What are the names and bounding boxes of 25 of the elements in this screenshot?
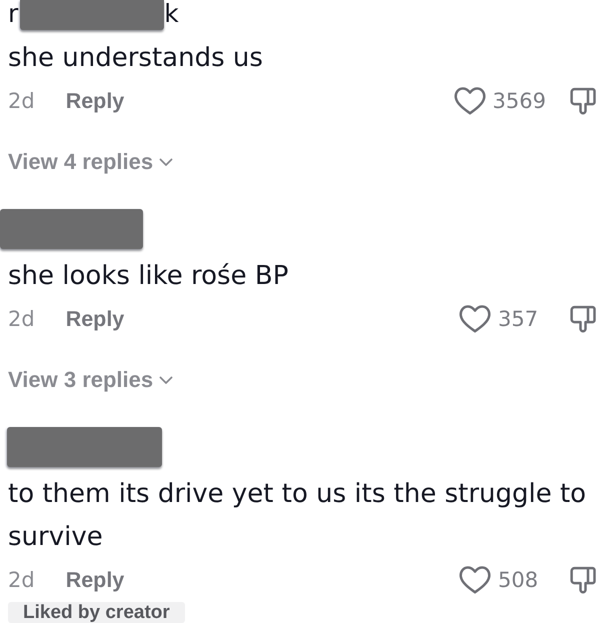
chevron-down-icon <box>159 376 174 384</box>
view-replies-button[interactable]: View 4 replies <box>8 147 174 177</box>
comment-text: she understands us <box>8 42 263 75</box>
comment-text: she looks like rośe BP <box>8 260 288 293</box>
thumbs-down-icon[interactable] <box>568 86 598 116</box>
like-count: 357 <box>498 307 540 331</box>
like-count: 3569 <box>492 89 546 113</box>
comment-text: to them its drive yet to us its the struggle to survive <box>8 478 588 554</box>
thumbs-down-icon[interactable] <box>568 565 598 595</box>
comment-time: 2d <box>8 307 35 331</box>
comment-time: 2d <box>8 89 35 113</box>
heart-icon[interactable] <box>459 565 491 595</box>
comment-time: 2d <box>8 568 35 592</box>
heart-icon[interactable] <box>454 86 486 116</box>
username-fragment: k <box>164 0 179 28</box>
view-replies-button[interactable]: View 3 replies <box>8 365 174 395</box>
username-fragment: r <box>8 0 18 28</box>
reply-button[interactable]: Reply <box>66 568 124 592</box>
chevron-down-icon <box>159 158 174 166</box>
creator-like-tag: Liked by creator <box>8 602 185 623</box>
like-count: 508 <box>498 568 540 592</box>
reply-button[interactable]: Reply <box>66 306 124 332</box>
thumbs-down-icon[interactable] <box>568 304 598 334</box>
reply-button[interactable]: Reply <box>66 88 124 114</box>
heart-icon[interactable] <box>459 304 491 334</box>
